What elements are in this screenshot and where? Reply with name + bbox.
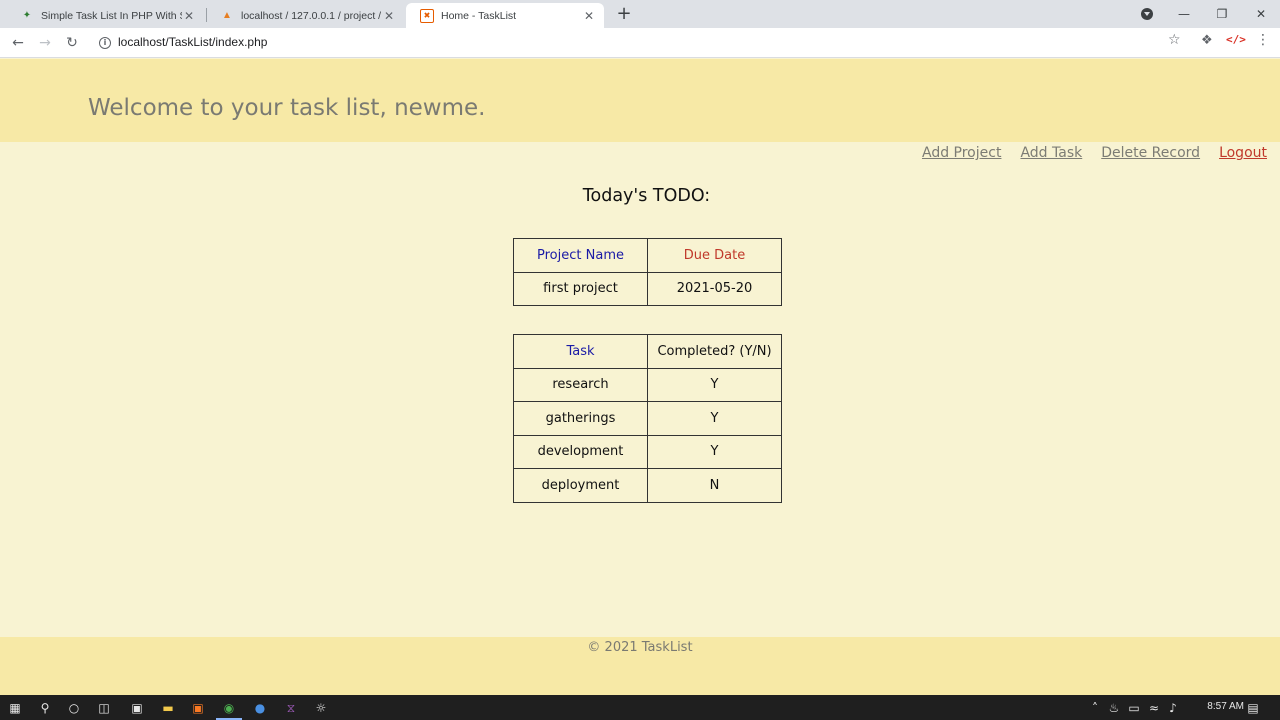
bookmark-star-icon[interactable]: ☆: [1168, 32, 1181, 48]
table-row: deployment N: [513, 468, 782, 503]
table-row: first project 2021-05-20: [513, 271, 782, 306]
back-arrow-icon[interactable]: ←: [8, 33, 28, 53]
tab-home-tasklist[interactable]: ✖ Home - TaskList ✕: [406, 3, 604, 28]
code-extension-icon[interactable]: </>: [1226, 33, 1246, 46]
minimize-icon[interactable]: —: [1174, 4, 1194, 24]
taskbar-clock[interactable]: 8:57 AM: [1207, 701, 1244, 712]
file-explorer-icon[interactable]: ▬: [160, 700, 176, 716]
chevron-up-icon[interactable]: ˄: [1087, 700, 1103, 716]
browser-toolbar: ← → ↻ i localhost/TaskList/index.php: [0, 28, 1280, 58]
restore-icon[interactable]: ❐: [1212, 4, 1232, 24]
task-name-cell: research: [513, 367, 648, 402]
new-tab-button[interactable]: +: [614, 4, 634, 24]
windows-start-icon[interactable]: ▦: [7, 700, 23, 716]
add-project-link[interactable]: Add Project: [922, 145, 1001, 161]
table-row: gatherings Y: [513, 401, 782, 436]
task-table: Task Completed? (Y/N) research Y gatheri…: [513, 334, 782, 503]
address-bar[interactable]: i localhost/TaskList/index.php: [92, 31, 1192, 55]
copyright-text: © 2021 TaskList: [587, 640, 693, 655]
project-name-cell: first project: [513, 271, 648, 306]
tab-sourcecodester[interactable]: ✦ Simple Task List In PHP With Sou ✕: [6, 3, 204, 28]
microphone-icon[interactable]: ♨: [1106, 700, 1122, 716]
tab-phpmyadmin[interactable]: ▲ localhost / 127.0.0.1 / project / u ✕: [206, 3, 404, 28]
task-name-cell: development: [513, 434, 648, 469]
task-name-cell: gatherings: [513, 401, 648, 436]
app-icon[interactable]: ☼: [313, 700, 329, 716]
task-completed-cell: N: [647, 468, 782, 503]
tab-title: Home - TaskList: [441, 9, 517, 22]
delete-record-link[interactable]: Delete Record: [1101, 145, 1200, 161]
page-footer: © 2021 TaskList: [0, 637, 1280, 695]
project-table: Project Name Due Date first project 2021…: [513, 238, 782, 306]
task-completed-cell: Y: [647, 401, 782, 436]
table-row: development Y: [513, 434, 782, 469]
search-icon[interactable]: ⚲: [37, 700, 53, 716]
add-task-link[interactable]: Add Task: [1020, 145, 1082, 161]
cortana-icon[interactable]: ○: [66, 700, 82, 716]
header-completed: Completed? (Y/N): [647, 334, 782, 369]
url-text[interactable]: localhost/TaskList/index.php: [118, 35, 267, 49]
page-nav: Add Project Add Task Delete Record Logou…: [922, 145, 1267, 161]
table-row: research Y: [513, 367, 782, 402]
todo-title: Today's TODO:: [582, 186, 711, 206]
page-header: Welcome to your task list, newme.: [0, 59, 1280, 142]
windows-taskbar: ▦ ⚲ ○ ◫ ▣ ▬ ▣ ◉ ● ⧖ ☼ ˄ ♨ ▭ ≈ ♪ 8:57 AM …: [0, 695, 1280, 720]
battery-icon[interactable]: ▭: [1126, 700, 1142, 716]
tab-title: Simple Task List In PHP With Sou: [41, 9, 182, 22]
browser-tab-strip: ✦ Simple Task List In PHP With Sou ✕ ▲ l…: [0, 0, 1280, 28]
wifi-icon[interactable]: ≈: [1146, 700, 1162, 716]
visual-studio-icon[interactable]: ⧖: [283, 700, 299, 716]
close-tab-icon[interactable]: ✕: [182, 9, 196, 23]
task-name-cell: deployment: [513, 468, 648, 503]
close-window-icon[interactable]: ✕: [1251, 4, 1271, 24]
store-icon[interactable]: ▣: [129, 700, 145, 716]
browser-menu-icon[interactable]: ⋮: [1256, 32, 1270, 48]
reload-icon[interactable]: ↻: [62, 33, 82, 53]
logout-link[interactable]: Logout: [1219, 145, 1267, 161]
sourcecodester-icon: ✦: [22, 10, 32, 21]
forward-arrow-icon[interactable]: →: [35, 33, 55, 53]
tab-search-icon[interactable]: [1141, 8, 1153, 20]
close-tab-icon[interactable]: ✕: [382, 9, 396, 23]
tab-title: localhost / 127.0.0.1 / project / u: [241, 9, 382, 22]
task-completed-cell: Y: [647, 367, 782, 402]
notifications-icon[interactable]: ▤: [1245, 700, 1261, 716]
phpmyadmin-icon: ▲: [222, 10, 232, 21]
task-view-icon[interactable]: ◫: [96, 700, 112, 716]
close-tab-icon[interactable]: ✕: [582, 9, 596, 23]
table-header-row: Project Name Due Date: [513, 238, 782, 273]
extensions-puzzle-icon[interactable]: ❖: [1201, 33, 1213, 48]
task-completed-cell: Y: [647, 434, 782, 469]
chrome-icon[interactable]: ◉: [216, 700, 242, 720]
info-icon[interactable]: i: [99, 37, 111, 49]
due-date-cell: 2021-05-20: [647, 271, 782, 306]
volume-icon[interactable]: ♪: [1165, 700, 1181, 716]
header-project-name: Project Name: [513, 238, 648, 273]
header-due-date: Due Date: [647, 238, 782, 273]
header-task: Task: [513, 334, 648, 369]
xampp-taskbar-icon[interactable]: ▣: [190, 700, 206, 716]
welcome-heading: Welcome to your task list, newme.: [88, 95, 486, 121]
xampp-icon: ✖: [420, 8, 434, 23]
edge-icon[interactable]: ●: [252, 700, 268, 716]
table-header-row: Task Completed? (Y/N): [513, 334, 782, 369]
